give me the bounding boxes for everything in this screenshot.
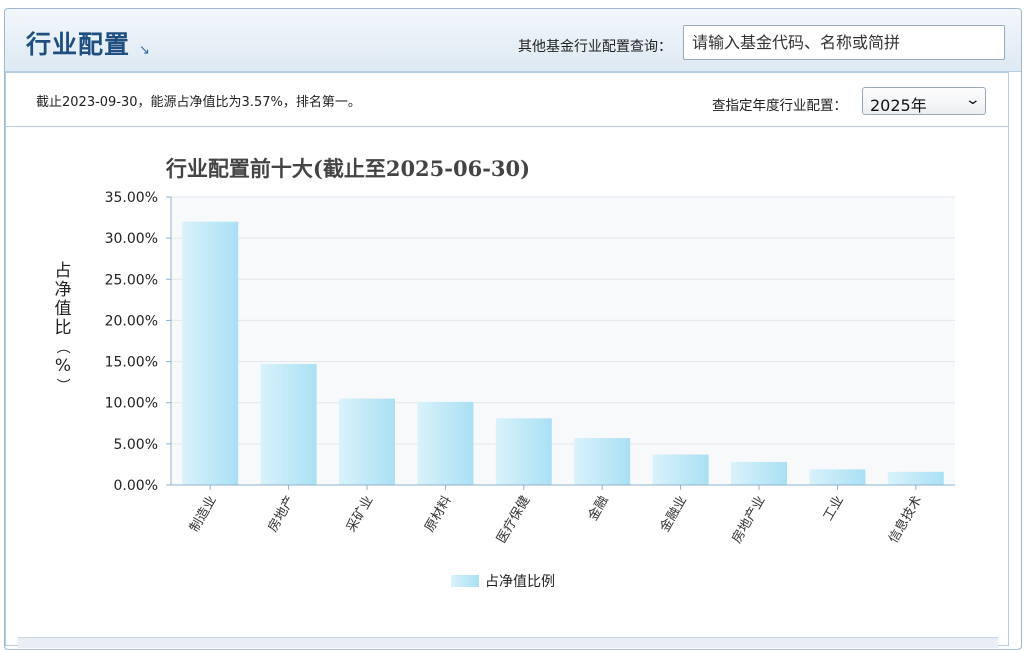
x-tick-label: 医疗保健 xyxy=(494,494,533,547)
y-tick-label: 20.00% xyxy=(105,313,158,329)
y-tick-label: 25.00% xyxy=(105,272,158,288)
bar-4[interactable] xyxy=(417,401,474,485)
y-axis-label-char: ） xyxy=(54,378,70,392)
x-tick-label: 制造业 xyxy=(187,494,219,535)
bar-8[interactable] xyxy=(731,461,787,485)
y-axis-label-char: % xyxy=(55,356,71,376)
y-axis-label-char: 值 xyxy=(55,299,72,319)
y-tick-label: 10.00% xyxy=(105,396,158,412)
x-tick-label: 房地产业 xyxy=(729,493,769,546)
y-tick-label: 5.00% xyxy=(114,437,158,453)
bar-3[interactable] xyxy=(339,398,395,485)
y-tick-label: 30.00% xyxy=(105,231,158,247)
x-tick-label: 金融业 xyxy=(657,493,690,535)
x-tick-label: 原材料 xyxy=(422,494,454,535)
x-tick-label: 金融 xyxy=(585,493,612,524)
y-tick-label: 0.00% xyxy=(114,478,158,494)
y-axis-label-char: （ xyxy=(54,340,70,354)
x-tick-label: 信息技术 xyxy=(885,493,925,546)
bar-7[interactable] xyxy=(652,454,709,485)
chart-title: 行业配置前十大(截止至2025-06-30) xyxy=(165,156,530,181)
bar-9[interactable] xyxy=(809,469,866,485)
bar-5[interactable] xyxy=(495,418,552,485)
legend-label: 占净值比例 xyxy=(485,574,555,590)
y-tick-label: 15.00% xyxy=(105,355,158,371)
y-tick-label: 35.00% xyxy=(105,190,158,206)
bar-2[interactable] xyxy=(260,364,317,485)
y-axis-label-char: 占 xyxy=(55,261,72,281)
x-tick-label: 房地产 xyxy=(265,493,298,535)
x-tick-label: 采矿业 xyxy=(344,494,376,535)
y-axis-label-char: 比 xyxy=(55,318,72,338)
y-axis-label-char: 净 xyxy=(55,280,72,300)
legend-swatch xyxy=(451,575,479,587)
bar-1[interactable] xyxy=(182,221,239,485)
x-tick-label: 工业 xyxy=(821,494,847,524)
bar-6[interactable] xyxy=(574,438,631,485)
industry-bar-chart: 行业配置前十大(截止至2025-06-30) 0.00% 5.00% 10.00% 1… xyxy=(54,156,955,590)
bar-10[interactable] xyxy=(887,471,944,485)
